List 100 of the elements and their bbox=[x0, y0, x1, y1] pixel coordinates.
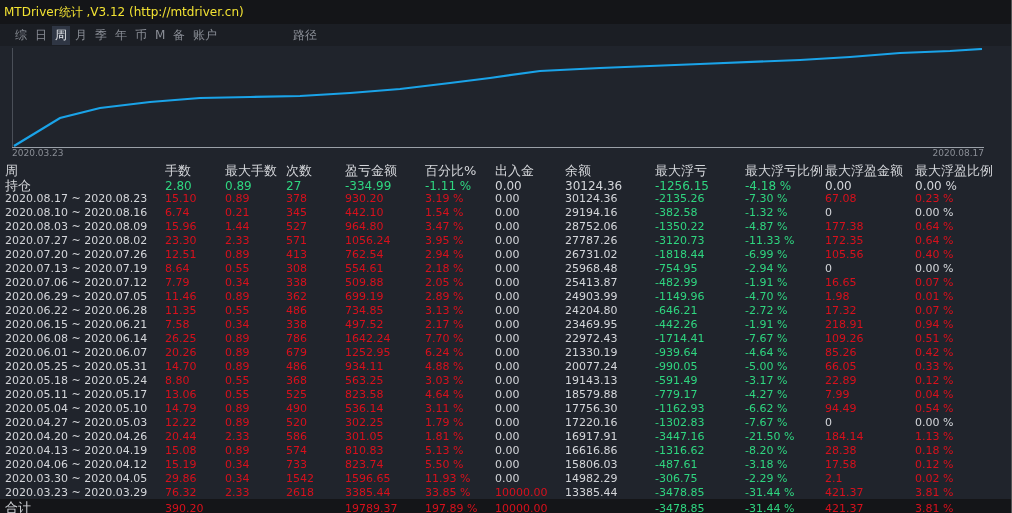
table-cell-text: 3.03 % bbox=[425, 373, 465, 387]
table-cell-text: -31.44 % bbox=[745, 501, 796, 513]
table-cell-text: 1542 bbox=[286, 471, 315, 485]
table-cell-text: 378 bbox=[286, 191, 308, 205]
table-cell-text: 1.79 % bbox=[425, 415, 465, 429]
column-header: 百分比% bbox=[425, 162, 478, 180]
table-cell-text: 421.37 bbox=[825, 501, 865, 513]
table-cell-text: 699.19 bbox=[345, 289, 385, 303]
table-cell-text: 0.00 bbox=[495, 387, 521, 401]
table-cell-text: 497.52 bbox=[345, 317, 385, 331]
table-cell-text: 2020.07.06 ~ 2020.07.12 bbox=[5, 275, 149, 289]
table-cell-text: 2020.05.11 ~ 2020.05.17 bbox=[5, 387, 149, 401]
table-cell-text: 15.08 bbox=[165, 443, 198, 457]
table-cell-text: 11.93 % bbox=[425, 471, 472, 485]
table-cell-text: 15.96 bbox=[165, 219, 198, 233]
period-tab[interactable]: M bbox=[152, 27, 169, 43]
table-cell-text: 0.00 bbox=[495, 233, 521, 247]
table-cell-text: -1.11 % bbox=[425, 179, 473, 193]
path-button[interactable]: 路径 bbox=[290, 25, 321, 45]
period-tab[interactable]: 账户 bbox=[190, 25, 221, 45]
table-cell-text: 679 bbox=[286, 345, 308, 359]
table-cell-text: -591.49 bbox=[655, 373, 699, 387]
table-cell-text: 823.74 bbox=[345, 457, 385, 471]
column-header: 出入金 bbox=[495, 162, 535, 180]
table-cell-text: 14.79 bbox=[165, 401, 198, 415]
table-cell-text: 2020.05.18 ~ 2020.05.24 bbox=[5, 373, 149, 387]
table-cell-text: 0.00 bbox=[495, 471, 521, 485]
table-cell-text: 3.81 % bbox=[915, 501, 955, 513]
table-cell-text: -31.44 % bbox=[745, 485, 796, 499]
table-cell-text: -990.05 bbox=[655, 359, 699, 373]
table-cell-text: 19789.37 bbox=[345, 501, 399, 513]
table-cell-text: 4.88 % bbox=[425, 359, 465, 373]
table-cell-text: 442.10 bbox=[345, 205, 385, 219]
table-cell-text: 16.65 bbox=[825, 275, 858, 289]
table-cell-text: 27787.26 bbox=[565, 233, 619, 247]
table-cell-text: 1056.24 bbox=[345, 233, 392, 247]
table-cell-text: -1714.41 bbox=[655, 331, 706, 345]
table-cell-text: 2020.04.20 ~ 2020.04.26 bbox=[5, 429, 149, 443]
period-tab[interactable]: 年 bbox=[112, 25, 130, 45]
period-tab[interactable]: 月 bbox=[72, 25, 90, 45]
table-cell-text: 0.34 bbox=[225, 317, 251, 331]
table-cell-text: 15806.03 bbox=[565, 457, 619, 471]
table-cell-text: 2.80 bbox=[165, 179, 193, 193]
period-tab[interactable]: 币 bbox=[132, 25, 150, 45]
table-cell-text: 0.00 bbox=[495, 205, 521, 219]
table-cell-text: 421.37 bbox=[825, 485, 865, 499]
table-cell-text: 21330.19 bbox=[565, 345, 619, 359]
table-cell-text: 20.44 bbox=[165, 429, 198, 443]
table-cell-text: 2.1 bbox=[825, 471, 844, 485]
table-cell-text: 0.33 % bbox=[915, 359, 955, 373]
table-cell-text: -4.64 % bbox=[745, 345, 789, 359]
table-cell-text: 964.80 bbox=[345, 219, 385, 233]
table-cell-text: -5.00 % bbox=[745, 359, 789, 373]
table-cell-text: -3120.73 bbox=[655, 233, 706, 247]
table-cell-text: 172.35 bbox=[825, 233, 865, 247]
table-cell-text: -1818.44 bbox=[655, 247, 706, 261]
table-cell-text: 28.38 bbox=[825, 443, 858, 457]
column-header: 最大浮盈比例 bbox=[915, 162, 994, 180]
period-tab[interactable]: 季 bbox=[92, 25, 110, 45]
table-cell-text: 2.89 % bbox=[425, 289, 465, 303]
table-cell-text: 2020.04.13 ~ 2020.04.19 bbox=[5, 443, 149, 457]
table-cell-text: 218.91 bbox=[825, 317, 865, 331]
table-cell-text: 8.80 bbox=[165, 373, 191, 387]
table-cell-text: 0.34 bbox=[225, 471, 251, 485]
table-cell-text: 0.00 bbox=[495, 219, 521, 233]
table-cell-text: 413 bbox=[286, 247, 308, 261]
table-cell-text: 536.14 bbox=[345, 401, 385, 415]
table-cell-text: 2020.06.08 ~ 2020.06.14 bbox=[5, 331, 149, 345]
table-cell-text: 6.24 % bbox=[425, 345, 465, 359]
table-cell-text: 2020.04.06 ~ 2020.04.12 bbox=[5, 457, 149, 471]
period-tab[interactable]: 周 bbox=[52, 25, 70, 45]
table-cell-text: 2020.05.04 ~ 2020.05.10 bbox=[5, 401, 149, 415]
table-cell-text: 2020.08.10 ~ 2020.08.16 bbox=[5, 205, 149, 219]
table-cell-text: 527 bbox=[286, 219, 308, 233]
table-cell-text: 486 bbox=[286, 303, 308, 317]
table-cell-text: 7.70 % bbox=[425, 331, 465, 345]
table-cell-text: 2020.07.13 ~ 2020.07.19 bbox=[5, 261, 149, 275]
table-cell-text: -3478.85 bbox=[655, 485, 706, 499]
table-cell-text: -3.17 % bbox=[745, 373, 789, 387]
table-cell-text: -1.91 % bbox=[745, 317, 789, 331]
table-cell-text: 14982.29 bbox=[565, 471, 619, 485]
table-cell-text: 0.89 bbox=[225, 191, 251, 205]
table-cell-text: 177.38 bbox=[825, 219, 865, 233]
table-cell-text: -6.99 % bbox=[745, 247, 789, 261]
table-cell-text: 1.54 % bbox=[425, 205, 465, 219]
table-cell-text: 345 bbox=[286, 205, 308, 219]
table-cell-text: -1.32 % bbox=[745, 205, 789, 219]
table-cell-text: 823.58 bbox=[345, 387, 385, 401]
table-cell-text: 25413.87 bbox=[565, 275, 619, 289]
period-tab[interactable]: 备 bbox=[170, 25, 189, 45]
table-cell-text: 20077.24 bbox=[565, 359, 619, 373]
period-tab[interactable]: 日 bbox=[32, 25, 50, 45]
period-tab[interactable]: 综 bbox=[12, 25, 30, 45]
table-cell-text: 17.32 bbox=[825, 303, 858, 317]
table-cell-text: 29194.16 bbox=[565, 205, 619, 219]
table-cell-text: 109.26 bbox=[825, 331, 865, 345]
table-cell-text: 26.25 bbox=[165, 331, 198, 345]
table-cell-text: 520 bbox=[286, 415, 308, 429]
end-date-label: 2020.08.17 bbox=[932, 148, 984, 158]
table-cell-text: 1.13 % bbox=[915, 429, 955, 443]
